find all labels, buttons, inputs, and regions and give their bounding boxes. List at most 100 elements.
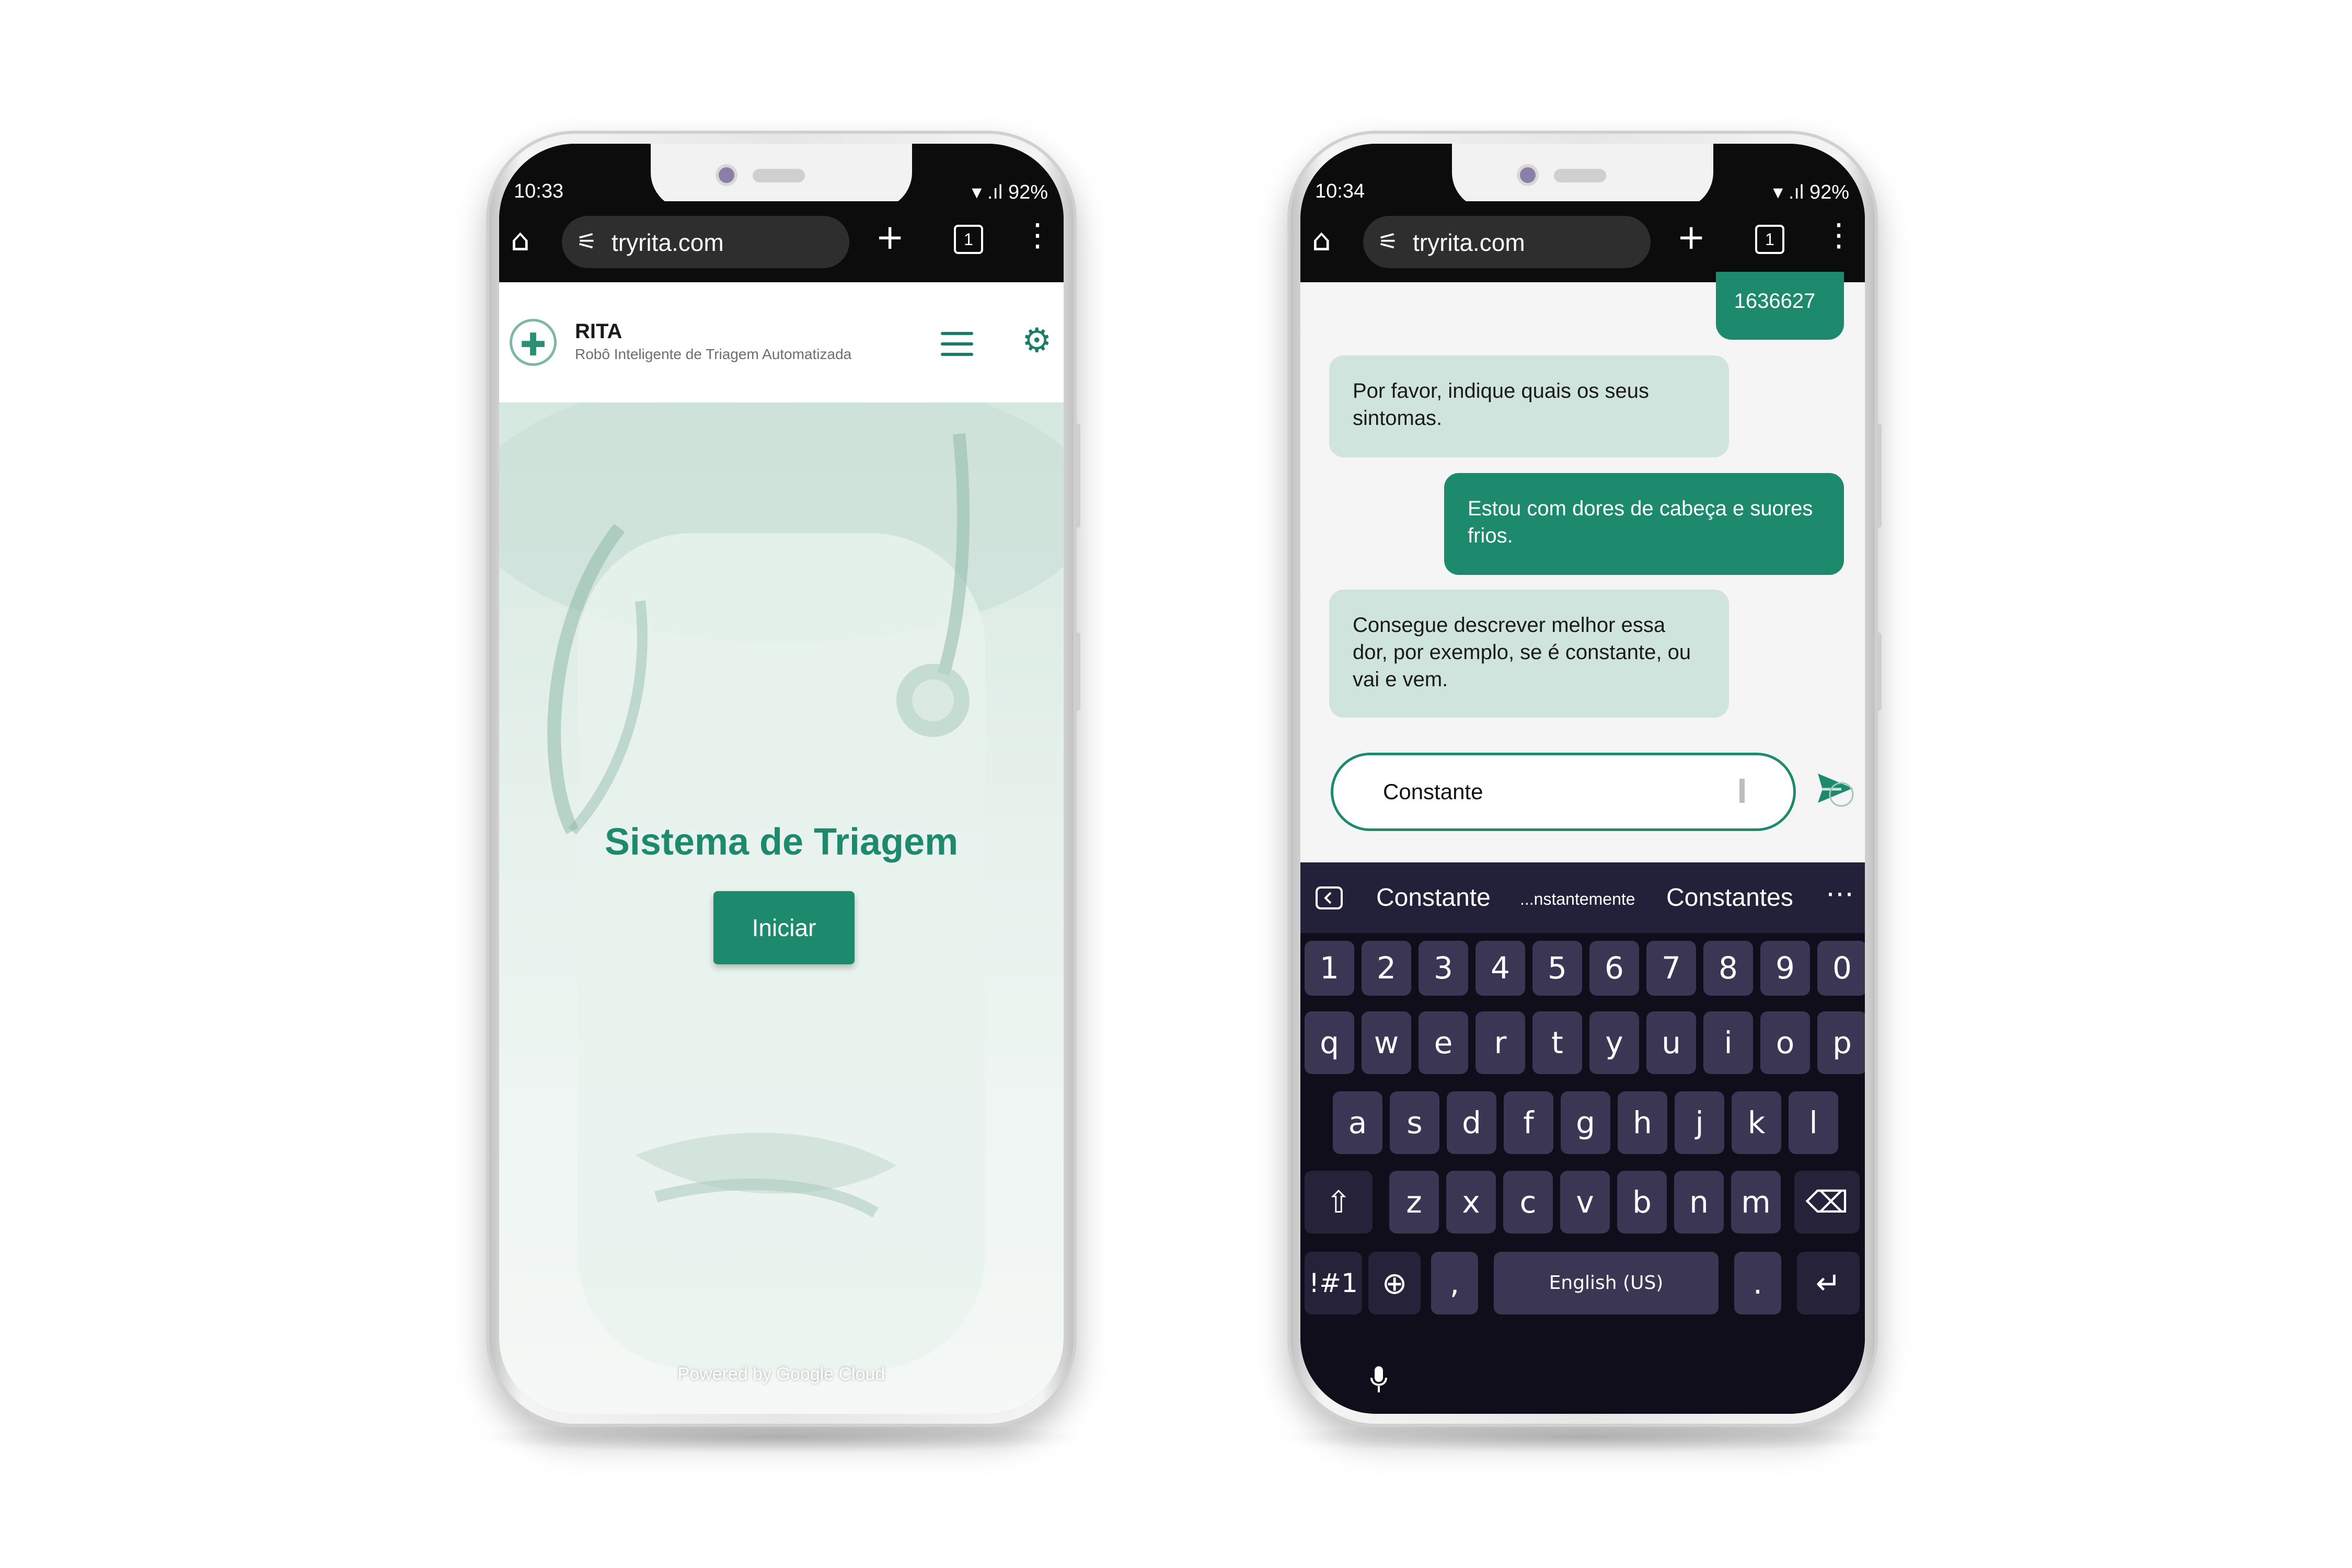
key-f[interactable]: f xyxy=(1504,1091,1553,1154)
key-d[interactable]: d xyxy=(1447,1091,1496,1154)
more-suggestions-icon[interactable]: ⋯ xyxy=(1826,877,1854,910)
key-k[interactable]: k xyxy=(1732,1091,1781,1154)
key-w[interactable]: w xyxy=(1362,1011,1411,1074)
front-camera xyxy=(719,167,734,183)
battery-percent: 92% xyxy=(1809,181,1849,203)
key-3[interactable]: 3 xyxy=(1419,941,1468,996)
battery-percent: 92% xyxy=(1008,181,1048,203)
chat-message-bot: Consegue descrever melhor essa dor, por … xyxy=(1329,590,1729,718)
status-time: 10:33 xyxy=(514,180,564,202)
earpiece-speaker xyxy=(1554,169,1606,182)
period-key[interactable]: . xyxy=(1734,1252,1781,1315)
app-title: RITA xyxy=(575,320,622,343)
key-e[interactable]: e xyxy=(1419,1011,1468,1074)
key-0[interactable]: 0 xyxy=(1817,941,1865,996)
key-c[interactable]: c xyxy=(1503,1171,1553,1233)
chat-area: 1636627 Por favor, indique quais os seus… xyxy=(1300,272,1865,862)
key-4[interactable]: 4 xyxy=(1475,941,1525,996)
key-8[interactable]: 8 xyxy=(1703,941,1753,996)
volume-button xyxy=(1074,632,1080,711)
right-phone: 10:34 ▾ .ıl 92% ⌂ ⚟ tryrita.com + 1 ⋮ 16… xyxy=(1287,131,1882,1427)
site-settings-icon[interactable]: ⚟ xyxy=(577,228,597,255)
gear-icon[interactable]: ⚙ xyxy=(1022,321,1052,360)
rita-logo-icon: ✚ xyxy=(510,319,557,366)
key-x[interactable]: x xyxy=(1446,1171,1496,1233)
key-a[interactable]: a xyxy=(1333,1091,1382,1154)
shift-key[interactable]: ⇧ xyxy=(1305,1171,1373,1233)
key-z[interactable]: z xyxy=(1389,1171,1439,1233)
app-subtitle: Robô Inteligente de Triagem Automatizada xyxy=(575,346,852,362)
key-o[interactable]: o xyxy=(1760,1011,1810,1074)
globe-language-key[interactable]: ⊕ xyxy=(1368,1252,1421,1315)
chat-message-bot: Por favor, indique quais os seus sintoma… xyxy=(1329,355,1729,457)
key-7[interactable]: 7 xyxy=(1646,941,1696,996)
send-icon[interactable] xyxy=(1815,768,1857,810)
home-icon[interactable]: ⌂ xyxy=(1312,222,1331,258)
volume-button xyxy=(1875,632,1882,711)
key-j[interactable]: j xyxy=(1675,1091,1724,1154)
camera-notch xyxy=(1452,144,1713,209)
chat-message-user: Estou com dores de cabeça e suores frios… xyxy=(1444,473,1844,575)
key-g[interactable]: g xyxy=(1561,1091,1610,1154)
more-menu-icon[interactable]: ⋮ xyxy=(1022,217,1053,253)
comma-key[interactable]: , xyxy=(1431,1252,1478,1315)
key-n[interactable]: n xyxy=(1674,1171,1724,1233)
tab-switcher-button[interactable]: 1 xyxy=(954,225,983,254)
hamburger-menu-icon[interactable] xyxy=(941,332,973,356)
key-i[interactable]: i xyxy=(1703,1011,1753,1074)
left-screen: 10:33 ▾ .ıl 92% ⌂ ⚟ tryrita.com + 1 ⋮ ✚ … xyxy=(499,144,1064,1414)
home-icon[interactable]: ⌂ xyxy=(511,222,530,258)
status-battery: ▾ .ıl 92% xyxy=(972,181,1048,203)
key-u[interactable]: u xyxy=(1646,1011,1696,1074)
message-input[interactable] xyxy=(1331,753,1796,831)
chat-message-user: 1636627 xyxy=(1716,272,1844,340)
camera-notch xyxy=(651,144,912,209)
microphone-icon[interactable] xyxy=(1368,1364,1389,1396)
key-m[interactable]: m xyxy=(1731,1171,1781,1233)
key-t[interactable]: t xyxy=(1532,1011,1582,1074)
new-tab-icon[interactable]: + xyxy=(875,217,904,257)
new-tab-icon[interactable]: + xyxy=(1677,217,1705,257)
key-1[interactable]: 1 xyxy=(1305,941,1354,996)
tab-switcher-button[interactable]: 1 xyxy=(1755,225,1784,254)
powered-by-footer: Powered by Google Cloud xyxy=(677,1364,885,1384)
key-b[interactable]: b xyxy=(1617,1171,1667,1233)
app-header: ✚ RITA Robô Inteligente de Triagem Autom… xyxy=(499,282,1064,402)
address-bar[interactable]: ⚟ tryrita.com xyxy=(562,216,849,268)
suggestion-bar: Constante ...nstantemente Constantes ⋯ xyxy=(1300,862,1865,933)
rita-landing-page: ✚ RITA Robô Inteligente de Triagem Autom… xyxy=(499,282,1064,1414)
suggestion-1[interactable]: Constante xyxy=(1376,883,1491,912)
key-p[interactable]: p xyxy=(1817,1011,1865,1074)
site-settings-icon[interactable]: ⚟ xyxy=(1378,228,1398,255)
collapse-keyboard-icon[interactable] xyxy=(1315,886,1343,910)
suggestion-2[interactable]: ...nstantemente xyxy=(1520,890,1635,909)
key-6[interactable]: 6 xyxy=(1589,941,1639,996)
start-button[interactable]: Iniciar xyxy=(713,891,855,964)
key-h[interactable]: h xyxy=(1618,1091,1667,1154)
key-5[interactable]: 5 xyxy=(1532,941,1582,996)
space-bar[interactable]: English (US) xyxy=(1494,1252,1719,1315)
address-bar[interactable]: ⚟ tryrita.com xyxy=(1363,216,1651,268)
symbols-key[interactable]: !#1 xyxy=(1305,1252,1362,1315)
key-s[interactable]: s xyxy=(1390,1091,1439,1154)
key-2[interactable]: 2 xyxy=(1362,941,1411,996)
suggestion-3[interactable]: Constantes xyxy=(1666,883,1793,912)
key-y[interactable]: y xyxy=(1589,1011,1639,1074)
enter-key[interactable]: ↵ xyxy=(1797,1252,1860,1315)
hero-section: Sistema de Triagem Iniciar Powered by Go… xyxy=(499,402,1064,1414)
key-r[interactable]: r xyxy=(1475,1011,1525,1074)
browser-toolbar: ⌂ ⚟ tryrita.com + 1 ⋮ xyxy=(499,201,1064,282)
status-battery: ▾ .ıl 92% xyxy=(1773,181,1849,203)
key-9[interactable]: 9 xyxy=(1760,941,1810,996)
more-menu-icon[interactable]: ⋮ xyxy=(1823,217,1854,253)
virtual-keyboard: Constante ...nstantemente Constantes ⋯ 1… xyxy=(1300,862,1865,1414)
key-q[interactable]: q xyxy=(1305,1011,1354,1074)
power-button xyxy=(1074,423,1080,528)
status-time: 10:34 xyxy=(1315,180,1365,202)
key-l[interactable]: l xyxy=(1789,1091,1838,1154)
key-v[interactable]: v xyxy=(1560,1171,1610,1233)
right-screen: 10:34 ▾ .ıl 92% ⌂ ⚟ tryrita.com + 1 ⋮ 16… xyxy=(1300,144,1865,1414)
backspace-key[interactable]: ⌫ xyxy=(1794,1171,1860,1233)
url-text: tryrita.com xyxy=(1413,229,1525,256)
earpiece-speaker xyxy=(753,169,805,182)
